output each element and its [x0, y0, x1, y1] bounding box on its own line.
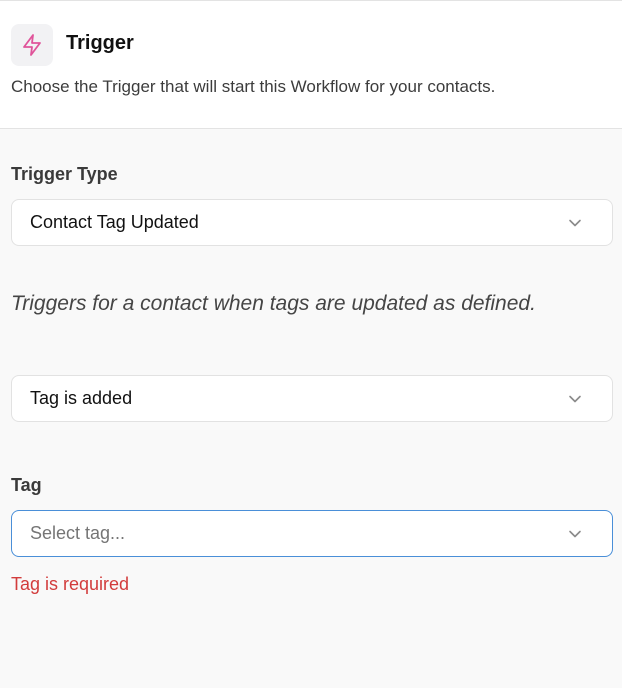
tag-action-value: Tag is added — [30, 388, 133, 408]
tag-action-select[interactable]: Tag is added — [11, 375, 613, 422]
tag-error-message: Tag is required — [11, 574, 130, 594]
trigger-icon-container — [11, 24, 53, 66]
panel-subtitle: Choose the Trigger that will start this … — [11, 77, 496, 96]
lightning-bolt-icon — [23, 34, 41, 56]
trigger-type-select[interactable]: Contact Tag Updated — [11, 199, 613, 246]
trigger-type-value: Contact Tag Updated — [30, 212, 199, 232]
panel-title: Trigger — [66, 32, 134, 54]
trigger-description: Triggers for a contact when tags are upd… — [11, 292, 536, 315]
trigger-type-label: Trigger Type — [11, 164, 118, 184]
chevron-down-icon — [569, 219, 581, 227]
trigger-header: Trigger Choose the Trigger that will sta… — [0, 0, 622, 129]
tag-search-input[interactable] — [30, 523, 530, 544]
chevron-down-icon — [569, 395, 581, 403]
tag-label: Tag — [11, 475, 42, 495]
tag-select[interactable] — [11, 510, 613, 557]
chevron-down-icon — [569, 530, 581, 538]
